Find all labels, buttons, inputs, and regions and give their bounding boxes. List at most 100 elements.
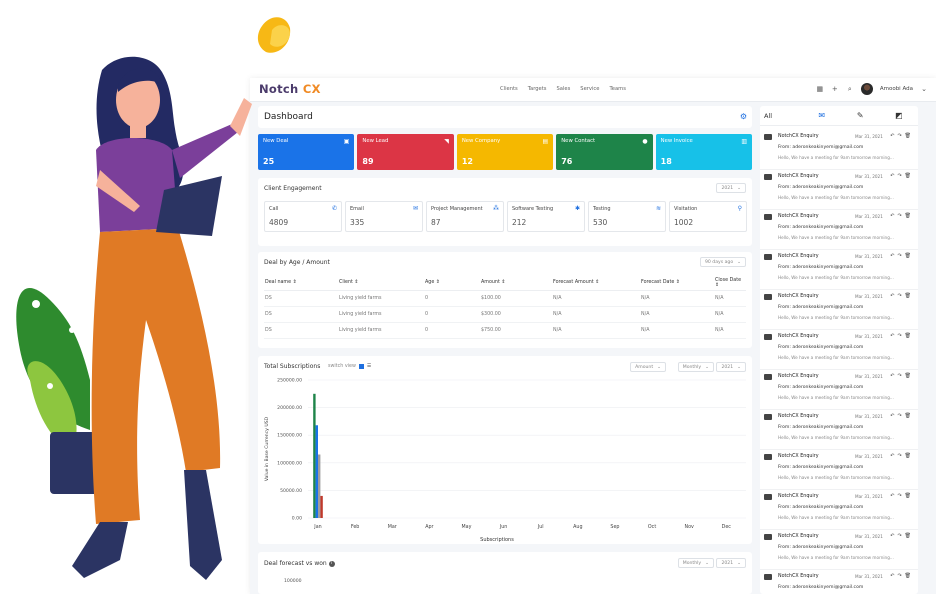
mail-item[interactable]: NotchCX Enquiry Mar 31, 2021 ↶↷🗑 From: ader… [760, 330, 918, 370]
mail-actions: ↶↷🗑 [890, 333, 914, 339]
period-select[interactable]: Monthly ⌄ [677, 558, 714, 568]
card-new-invoice[interactable]: New Invoice ▥ 18 [655, 134, 753, 170]
gear-icon[interactable]: ⚙ [740, 112, 747, 121]
mail-item[interactable]: NotchCX Enquiry Mar 31, 2021 ↶↷🗑 From: ader… [760, 490, 918, 530]
mail-icon: ✉ [412, 205, 418, 212]
col-amount[interactable]: Amount ⇕ [480, 276, 552, 291]
brand-logo[interactable]: Notch CX [259, 82, 321, 96]
forward-icon[interactable]: ↷ [897, 253, 904, 259]
trash-icon[interactable]: 🗑 [905, 573, 914, 579]
engagement-software-testing[interactable]: Software Testing ✱ 212 [507, 201, 585, 232]
bar-view-icon[interactable] [358, 364, 364, 369]
mail-from: From: aderonkeakinyemi@gmail.com [778, 385, 864, 390]
mail-item[interactable]: NotchCX Enquiry Mar 31, 2021 ↶↷🗑 From: ader… [760, 210, 918, 250]
col-deal-name[interactable]: Deal name ⇕ [264, 276, 338, 291]
table-row[interactable]: DS Living yield farms 0 $100.00 N/A N/A N/A [264, 290, 746, 307]
x-tick-label: Aug [573, 524, 582, 530]
mail-item[interactable]: NotchCX Enquiry Mar 31, 2021 ↶↷🗑 From: ader… [760, 250, 918, 290]
plus-icon[interactable]: + [831, 85, 839, 93]
forward-icon[interactable]: ↷ [897, 133, 904, 139]
info-icon[interactable]: i [328, 560, 335, 567]
year-select[interactable]: 2021 ⌄ [716, 558, 746, 568]
mail-item[interactable]: NotchCX Enquiry Mar 31, 2021 ↶↷🗑 From: ader… [760, 370, 918, 410]
mail-subject: NotchCX Enquiry [778, 134, 819, 139]
forward-icon[interactable]: ↷ [897, 293, 904, 299]
engagement-visitation[interactable]: Visitation ⚲ 1002 [669, 201, 747, 232]
grid-icon[interactable]: ▦ [816, 85, 824, 93]
forward-icon[interactable]: ↷ [897, 373, 904, 379]
tab-mail[interactable]: ✉ [803, 111, 842, 120]
trash-icon[interactable]: 🗑 [905, 213, 914, 219]
chevron-down-icon[interactable]: ⌄ [920, 85, 928, 93]
user-name[interactable]: Amoobi Ada [880, 86, 913, 92]
metric-select[interactable]: Amount ⌄ [630, 362, 666, 372]
engagement-testing[interactable]: Testing ≋ 530 [588, 201, 666, 232]
table-row[interactable]: DS Living yield farms 0 $300.00 N/A N/A N/A [264, 306, 746, 323]
forward-icon[interactable]: ↷ [897, 413, 904, 419]
col-close-date[interactable]: Close Date ⇕ [714, 276, 746, 291]
forward-icon[interactable]: ↷ [897, 573, 904, 579]
year-select[interactable]: 2021 ⌄ [716, 183, 746, 193]
col-forecast-amount[interactable]: Forecast Amount ⇕ [552, 276, 640, 291]
trash-icon[interactable]: 🗑 [905, 533, 914, 539]
nav-clients[interactable]: Clients [500, 86, 518, 92]
trash-icon[interactable]: 🗑 [905, 173, 914, 179]
table-row[interactable]: DS Living yield farms 0 $750.00 N/A N/A N/A [264, 322, 746, 339]
range-select[interactable]: 90 days ago ⌄ [699, 257, 746, 267]
mail-item[interactable]: NotchCX Enquiry Mar 31, 2021 ↶↷🗑 From: ader… [760, 450, 918, 490]
forward-icon[interactable]: ↷ [897, 493, 904, 499]
nav-targets[interactable]: Targets [528, 86, 547, 92]
mail-item[interactable]: NotchCX Enquiry Mar 31, 2021 ↶↷🗑 From: ader… [760, 130, 918, 170]
col-forecast-date[interactable]: Forecast Date ⇕ [640, 276, 714, 291]
period-select[interactable]: Monthly ⌄ [677, 362, 714, 372]
forward-icon[interactable]: ↷ [897, 533, 904, 539]
card-new-deal[interactable]: New Deal ▣ 25 [258, 134, 355, 170]
list-view-icon[interactable]: ☰ [367, 364, 371, 369]
switch-view[interactable]: switch view ☰ [328, 364, 371, 369]
screenshot-stage: Notch CX Clients Targets Sales Service T… [0, 0, 936, 594]
mail-item[interactable]: NotchCX Enquiry Mar 31, 2021 ↶↷🗑 From: ader… [760, 410, 918, 450]
tab-all[interactable]: All [760, 112, 803, 120]
tab-sticky[interactable]: ◩ [880, 111, 919, 120]
trash-icon[interactable]: 🗑 [905, 253, 914, 259]
trash-icon[interactable]: 🗑 [905, 373, 914, 379]
select-value: Monthly [682, 365, 702, 370]
mail-from: From: aderonkeakinyemi@gmail.com [778, 305, 864, 310]
trash-icon[interactable]: 🗑 [905, 333, 914, 339]
engagement-email[interactable]: Email ✉ 335 [345, 201, 423, 232]
trash-icon[interactable]: 🗑 [905, 293, 914, 299]
card-new-lead[interactable]: New Lead ◥ 89 [357, 134, 454, 170]
engagement-name: Software Testing [512, 206, 554, 212]
forward-icon[interactable]: ↷ [897, 213, 904, 219]
forward-icon[interactable]: ↷ [897, 453, 904, 459]
x-tick-label: Sep [610, 524, 619, 530]
mail-date: Mar 31, 2021 [855, 254, 883, 259]
mail-item[interactable]: NotchCX Enquiry Mar 31, 2021 ↶↷🗑 From: ader… [760, 170, 918, 210]
mail-item[interactable]: NotchCX Enquiry Mar 31, 2021 ↶↷🗑 From: ader… [760, 290, 918, 330]
mail-item[interactable]: NotchCX Enquiry Mar 31, 2021 ↶↷🗑 From: ader… [760, 570, 918, 594]
subscriptions-panel: Total Subscriptions switch view ☰ Amount ⌄… [258, 356, 752, 544]
engagement-project-management[interactable]: Project Management ⁂ 87 [426, 201, 504, 232]
nav-teams[interactable]: Teams [609, 86, 625, 92]
deal-table: Deal name ⇕ Client ⇕ Age ⇕ Amount ⇕ Fore… [264, 276, 746, 339]
engagement-call[interactable]: Call ✆ 4809 [264, 201, 342, 232]
col-client[interactable]: Client ⇕ [338, 276, 424, 291]
year-select[interactable]: 2021 ⌄ [716, 362, 746, 372]
card-new-company[interactable]: New Company ▤ 12 [456, 134, 554, 170]
col-age[interactable]: Age ⇕ [424, 276, 480, 291]
forward-icon[interactable]: ↷ [897, 333, 904, 339]
mail-item[interactable]: NotchCX Enquiry Mar 31, 2021 ↶↷🗑 From: ader… [760, 530, 918, 570]
trash-icon[interactable]: 🗑 [905, 493, 914, 499]
card-new-contact[interactable]: New Contact ● 76 [556, 134, 653, 170]
app-window: Notch CX Clients Targets Sales Service T… [250, 78, 936, 594]
trash-icon[interactable]: 🗑 [905, 413, 914, 419]
forward-icon[interactable]: ↷ [897, 173, 904, 179]
search-icon[interactable]: ⌕ [846, 85, 854, 93]
nav-sales[interactable]: Sales [556, 86, 570, 92]
avatar[interactable] [860, 83, 873, 95]
mail-date: Mar 31, 2021 [855, 174, 883, 179]
trash-icon[interactable]: 🗑 [905, 453, 914, 459]
tab-notes[interactable]: ✎ [841, 111, 880, 120]
trash-icon[interactable]: 🗑 [905, 133, 914, 139]
nav-service[interactable]: Service [580, 86, 599, 92]
